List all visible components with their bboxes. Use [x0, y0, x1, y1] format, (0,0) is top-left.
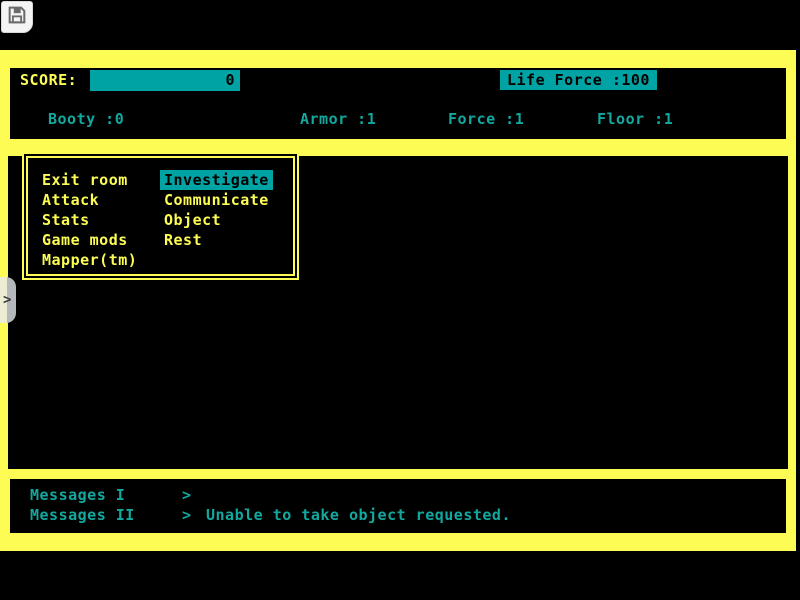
menu-item-mapper[interactable]: Mapper(tm)	[42, 250, 137, 270]
menu-item-exit-room[interactable]: Exit room	[42, 170, 137, 190]
save-button[interactable]	[1, 1, 33, 33]
menu-item-game-mods[interactable]: Game mods	[42, 230, 137, 250]
menu-item-communicate[interactable]: Communicate	[164, 190, 273, 210]
messages-2-text: Unable to take object requested.	[206, 505, 511, 525]
command-menu: Exit room Attack Stats Game mods Mapper(…	[22, 152, 299, 280]
stat-booty: Booty :0	[48, 110, 124, 128]
messages-2-label: Messages II	[30, 505, 135, 525]
menu-item-attack[interactable]: Attack	[42, 190, 137, 210]
messages-row-2: Messages II > Unable to take object requ…	[10, 505, 786, 525]
messages-2-prompt: >	[182, 505, 192, 525]
floppy-disk-icon	[6, 4, 28, 30]
messages-row-1: Messages I >	[10, 485, 786, 505]
score-bar: 0	[90, 70, 240, 91]
stat-armor: Armor :1	[300, 110, 376, 128]
menu-item-stats[interactable]: Stats	[42, 210, 137, 230]
status-panel: SCORE: 0 Life Force :100 Booty :0 Armor …	[0, 50, 796, 148]
chevron-right-icon: >	[3, 292, 12, 308]
stat-force: Force :1	[448, 110, 524, 128]
command-menu-border: Exit room Attack Stats Game mods Mapper(…	[26, 156, 295, 276]
score-label: SCORE:	[20, 71, 77, 89]
menu-item-investigate[interactable]: Investigate	[164, 170, 273, 190]
sidebar-expand-tab[interactable]: >	[0, 277, 16, 323]
messages-1-prompt: >	[182, 485, 192, 505]
messages-panel: Messages I > Messages II > Unable to tak…	[0, 477, 796, 551]
stat-floor: Floor :1	[597, 110, 673, 128]
status-panel-inner: SCORE: 0 Life Force :100 Booty :0 Armor …	[10, 68, 786, 139]
messages-1-label: Messages I	[30, 485, 125, 505]
menu-item-rest[interactable]: Rest	[164, 230, 273, 250]
menu-item-object[interactable]: Object	[164, 210, 273, 230]
messages-panel-inner: Messages I > Messages II > Unable to tak…	[10, 479, 786, 533]
life-force-value: Life Force :100	[500, 70, 657, 90]
menu-column-left: Exit room Attack Stats Game mods Mapper(…	[42, 170, 137, 270]
menu-column-right: Investigate Communicate Object Rest	[164, 170, 273, 250]
